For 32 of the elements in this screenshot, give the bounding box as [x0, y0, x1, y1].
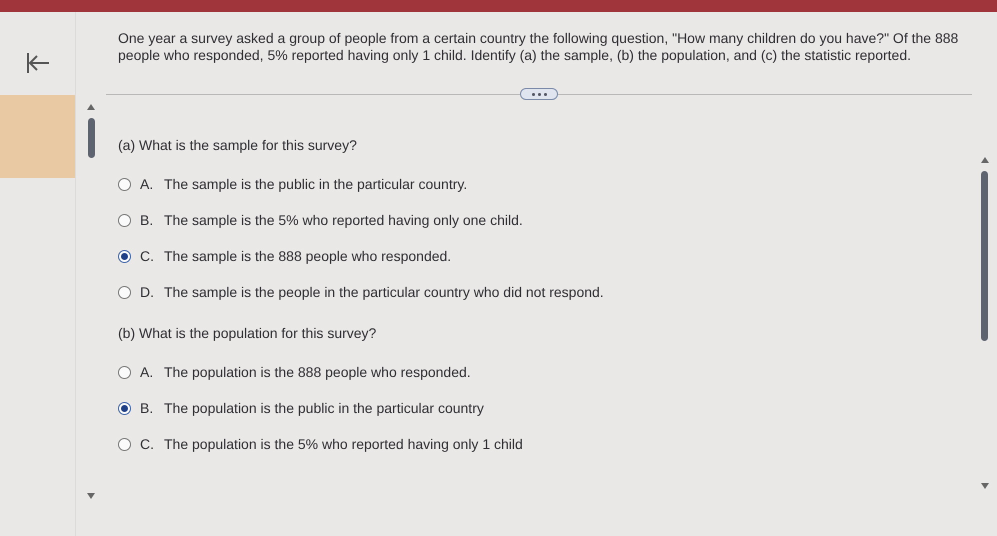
option-letter: A. — [140, 364, 154, 380]
scrollbar-thumb[interactable] — [88, 118, 94, 158]
scroll-down-icon[interactable] — [87, 493, 95, 499]
part-prompt: (b) What is the population for this survey? — [118, 325, 378, 343]
option-text[interactable]: The population is the public in the particular country — [164, 400, 484, 416]
scroll-up-icon[interactable] — [980, 157, 988, 163]
option-text[interactable]: The sample is the 888 people who responded. — [164, 248, 452, 264]
radio-button[interactable] — [118, 214, 131, 226]
radio-button[interactable] — [118, 366, 131, 378]
radio-button[interactable] — [118, 178, 131, 190]
radio-button[interactable] — [118, 402, 131, 414]
back-arrow-icon[interactable] — [26, 52, 50, 74]
option-text[interactable]: The population is the 888 people who responded. — [164, 364, 471, 380]
scroll-up-icon[interactable] — [87, 104, 95, 110]
option-text[interactable]: The population is the 5% who reported having only 1 child — [164, 436, 523, 452]
option-text[interactable]: The sample is the people in the particular country who did not respond. — [164, 284, 604, 300]
more-icon[interactable] — [520, 88, 558, 100]
radio-button[interactable] — [118, 286, 131, 298]
radio-button[interactable] — [118, 250, 131, 262]
part-prompt: (a) What is the sample for this survey? — [118, 137, 358, 155]
option-letter: B. — [140, 400, 154, 416]
option-letter: C. — [140, 248, 155, 264]
radio-button[interactable] — [118, 438, 131, 450]
option-letter: B. — [140, 212, 154, 228]
option-text[interactable]: The sample is the 5% who reported having only one child. — [164, 212, 523, 228]
scroll-down-icon[interactable] — [980, 483, 988, 489]
option-letter: C. — [140, 436, 155, 452]
scrollbar-thumb[interactable] — [981, 171, 988, 341]
option-letter: D. — [140, 284, 155, 300]
option-letter: A. — [140, 176, 154, 192]
question-text: One year a survey asked a group of people from a certain country the following question, "How many children do you have?" Of the 888 people who responded, 5% reported having only 1 child. Identify (a) the sample, (b) the population, and (c) the statistic reported. — [118, 30, 960, 64]
option-text[interactable]: The sample is the public in the particular country. — [164, 176, 468, 192]
